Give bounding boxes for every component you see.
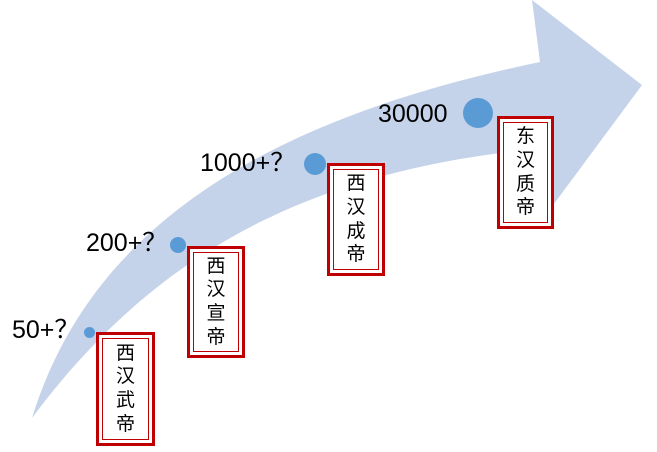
stage-1-marker [84,327,95,338]
stage-4-marker [463,98,493,128]
stage-4-count: 30000 [378,100,448,128]
stage-3-marker [304,153,326,175]
stage-4-emperor-card: 东汉质帝 [497,116,554,229]
stage-1-count: 50+？ [12,316,80,344]
stage-2-marker [170,237,186,253]
stage-3-count: 1000+？ [200,149,296,177]
stage-2-count: 200+？ [86,229,168,257]
growth-diagram: 50+？ 西汉武帝 200+？ 西汉宣帝 1000+？ 西汉成帝 30000 东… [0,0,657,452]
stage-3-emperor-card: 西汉成帝 [327,163,385,276]
stage-4-emperor-label: 东汉质帝 [515,125,535,219]
stage-2-emperor-label: 西汉宣帝 [206,254,226,348]
stage-1-emperor-label: 西汉武帝 [115,341,135,435]
stage-2-emperor-card: 西汉宣帝 [187,246,245,358]
stage-3-emperor-label: 西汉成帝 [346,172,366,266]
stage-1-emperor-card: 西汉武帝 [96,332,155,446]
